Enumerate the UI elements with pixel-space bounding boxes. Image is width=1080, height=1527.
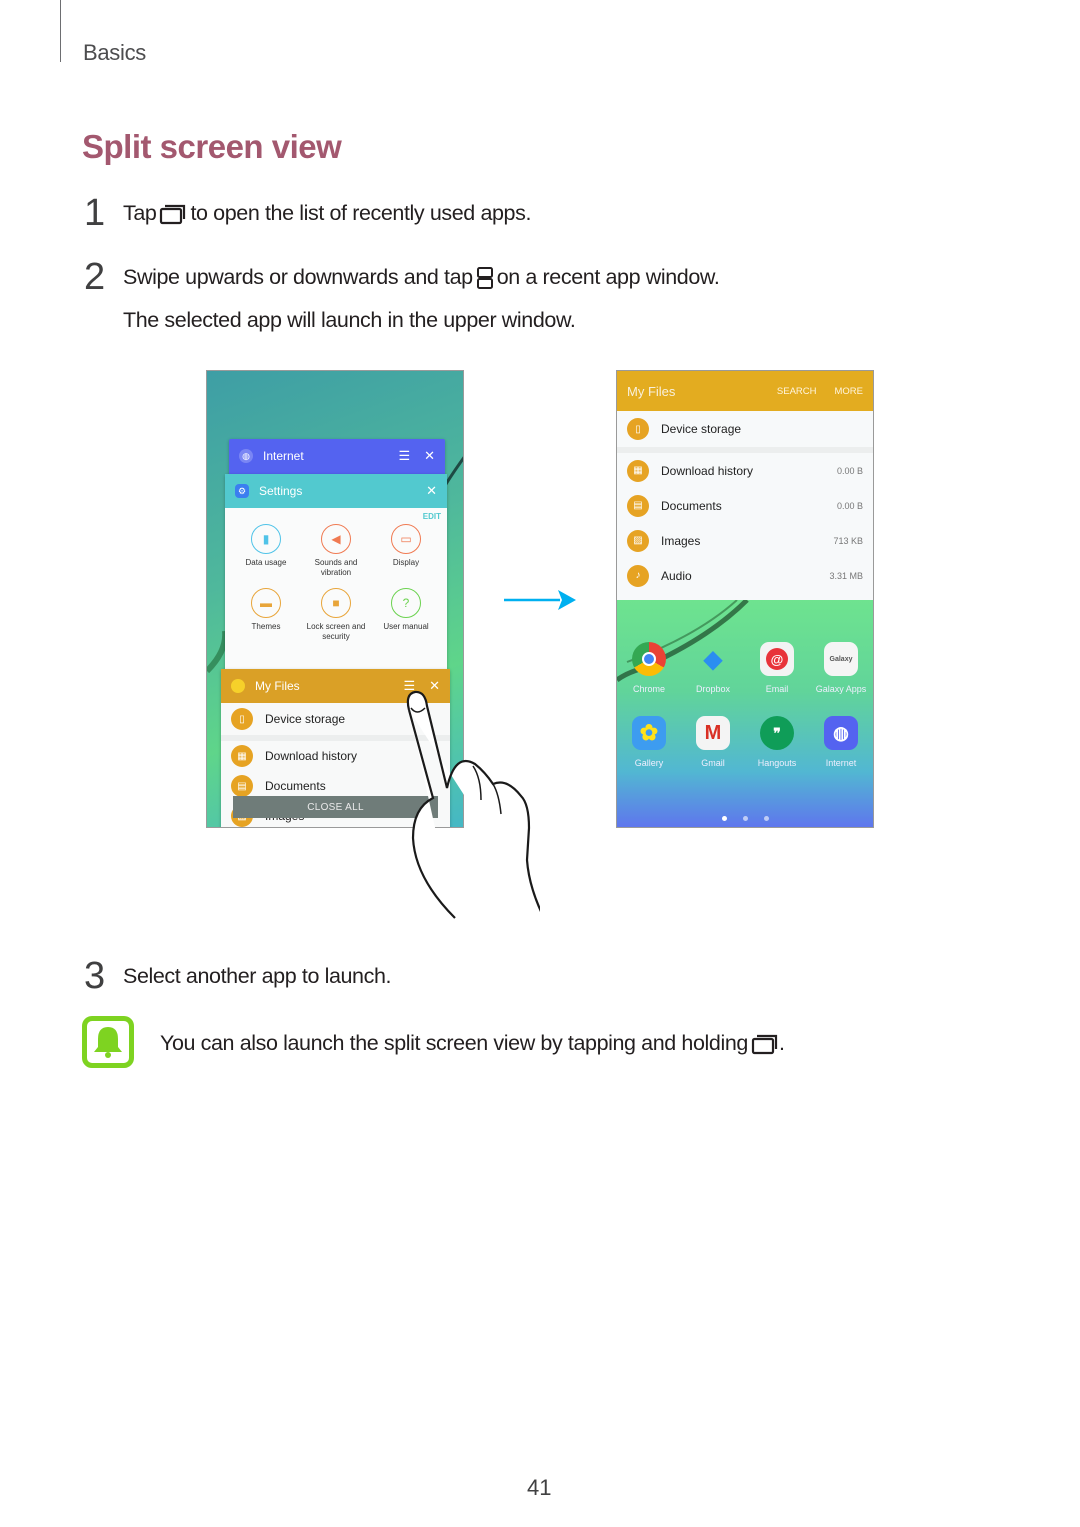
edit-link[interactable]: EDIT — [423, 512, 441, 521]
note-text: You can also launch the split screen vie… — [160, 1031, 785, 1056]
myfiles-app-bar: My Files SEARCH MORE — [617, 371, 873, 411]
hand-tap-illustration — [406, 690, 540, 919]
note-text-body: You can also launch the split screen vie… — [160, 1031, 748, 1055]
settings-item-themes[interactable]: ▬ Themes — [231, 588, 301, 642]
settings-item-user-manual[interactable]: ? User manual — [371, 588, 441, 642]
file-row-images[interactable]: ▨ Images 713 KB — [617, 523, 873, 558]
header-divider — [60, 0, 61, 62]
display-icon: ▭ — [391, 524, 421, 554]
note-suffix: . — [778, 1031, 785, 1055]
settings-card[interactable]: ⚙ Settings ✕ EDIT ▮ Data usage ◀ Sounds … — [225, 474, 447, 674]
app-dropbox[interactable]: ◆ Dropbox — [681, 642, 745, 695]
gear-icon: ⚙ — [235, 484, 249, 498]
bell-notice-icon — [82, 1016, 134, 1068]
settings-item-data-usage[interactable]: ▮ Data usage — [231, 524, 301, 578]
lock-icon: ■ — [321, 588, 351, 618]
app-internet[interactable]: ◍ Internet — [809, 716, 873, 768]
app-email[interactable]: @ Email — [745, 642, 809, 694]
search-action[interactable]: SEARCH — [777, 386, 817, 397]
step-1: Tap to open the list of recently used ap… — [123, 201, 531, 226]
page-number: 41 — [527, 1475, 552, 1500]
settings-item-label: Sounds and vibration — [314, 558, 358, 577]
internet-globe-icon: ◍ — [824, 716, 858, 750]
step-number-2: 2 — [84, 256, 106, 298]
images-icon: ▨ — [627, 529, 649, 552]
app-hangouts[interactable]: ❞ Hangouts — [745, 716, 809, 768]
download-icon: ▦ — [231, 745, 253, 767]
myfiles-card-title: My Files — [255, 679, 300, 693]
split-screen-icon[interactable]: ☰ — [398, 448, 410, 464]
section-label: Basics — [83, 40, 146, 65]
documents-icon: ▤ — [231, 775, 253, 797]
gallery-icon: ✿ — [632, 716, 666, 750]
app-gallery[interactable]: ✿ Gallery — [617, 716, 681, 768]
device-storage-icon: ▯ — [231, 708, 253, 730]
step-1-text-before: Tap — [123, 201, 157, 225]
step-2-text-before: Swipe upwards or downwards and tap — [123, 265, 473, 289]
settings-item-label: Data usage — [245, 558, 287, 567]
email-icon: @ — [760, 642, 794, 676]
hangouts-icon: ❞ — [760, 716, 794, 750]
gmail-icon: M — [696, 716, 730, 750]
close-icon[interactable]: ✕ — [426, 483, 437, 499]
data-usage-icon: ▮ — [251, 524, 281, 554]
download-icon: ▦ — [627, 459, 649, 482]
settings-item-lock-screen[interactable]: ■ Lock screen and security — [301, 588, 371, 642]
settings-item-sounds[interactable]: ◀ Sounds and vibration — [301, 524, 371, 578]
myfiles-title: My Files — [627, 383, 676, 399]
arrow-right-icon — [504, 590, 576, 610]
user-manual-icon: ? — [391, 588, 421, 618]
dropbox-icon: ◆ — [703, 645, 723, 673]
file-row-audio[interactable]: ♪ Audio 3.31 MB — [617, 558, 873, 593]
page-dot[interactable] — [763, 816, 769, 821]
app-gmail[interactable]: M Gmail — [681, 716, 745, 768]
step-number-3: 3 — [84, 955, 106, 997]
sound-icon: ◀ — [321, 524, 351, 554]
globe-icon: ◍ — [239, 449, 253, 463]
settings-grid: ▮ Data usage ◀ Sounds and vibration ▭ Di… — [225, 508, 447, 650]
page-title: Split screen view — [82, 128, 342, 165]
more-action[interactable]: MORE — [835, 386, 864, 397]
lower-window-home-screen: Chrome ◆ Dropbox @ Email Galaxy Galaxy A… — [617, 600, 873, 827]
chrome-icon — [632, 642, 666, 676]
step-3: Select another app to launch. — [123, 964, 392, 988]
themes-icon: ▬ — [251, 588, 281, 618]
split-screen-icon — [476, 266, 493, 289]
documents-icon: ▤ — [627, 494, 649, 517]
page-dot-active[interactable] — [721, 816, 727, 821]
split-screen-result-screenshot: My Files SEARCH MORE ▯ Device storage ▦ … — [616, 370, 874, 828]
app-chrome[interactable]: Chrome — [617, 642, 681, 694]
page-indicator — [617, 816, 873, 821]
internet-card[interactable]: ◍ Internet ☰ ✕ — [229, 439, 445, 479]
app-galaxy-apps[interactable]: Galaxy Galaxy Apps — [809, 642, 873, 694]
step-2-text-after: on a recent app window. — [496, 265, 720, 289]
step-1-text-after: to open the list of recently used apps. — [190, 201, 532, 225]
step-2: Swipe upwards or downwards and tap on a … — [123, 265, 720, 290]
step-number-1: 1 — [84, 192, 106, 234]
page-dot[interactable] — [742, 816, 748, 821]
settings-item-label: Themes — [251, 622, 281, 631]
close-icon[interactable]: ✕ — [424, 448, 435, 464]
file-row-download-history[interactable]: ▦ Download history 0.00 B — [617, 453, 873, 488]
galaxy-apps-icon: Galaxy — [824, 642, 858, 676]
upper-window-myfiles: My Files SEARCH MORE ▯ Device storage ▦ … — [617, 371, 873, 599]
internet-card-title: Internet — [263, 449, 304, 463]
music-note-icon: ♪ — [627, 564, 649, 587]
device-storage-icon: ▯ — [627, 418, 649, 440]
app-grid: Chrome ◆ Dropbox @ Email Galaxy Galaxy A… — [617, 642, 873, 768]
step-2-subtext: The selected app will launch in the uppe… — [123, 308, 576, 332]
recent-apps-icon — [751, 1034, 778, 1054]
settings-item-label: Lock screen and security — [306, 622, 366, 641]
settings-card-title: Settings — [259, 484, 303, 498]
settings-item-label: Display — [392, 558, 420, 567]
file-row-documents[interactable]: ▤ Documents 0.00 B — [617, 488, 873, 523]
recent-apps-icon — [160, 204, 186, 224]
file-row-device-storage[interactable]: ▯ Device storage — [617, 411, 873, 447]
myfiles-app-icon — [231, 679, 245, 693]
settings-item-display[interactable]: ▭ Display — [371, 524, 441, 578]
settings-item-label: User manual — [383, 622, 429, 631]
